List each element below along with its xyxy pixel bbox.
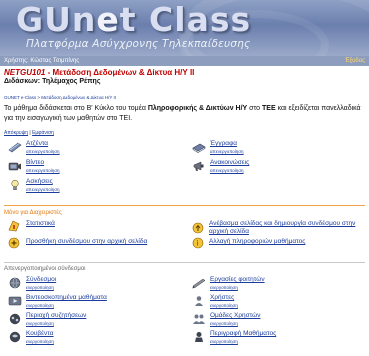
course-title: NETGU101 - Μετάδοση Δεδομένων & Δίκτυα Η… — [4, 68, 194, 77]
users-icon — [192, 295, 206, 307]
hide-link[interactable]: Απόκρυψη — [4, 130, 28, 136]
gunet-logo[interactable]: GUnet Class — [16, 2, 251, 38]
forum-icon — [8, 313, 22, 325]
inactive-section-title: Απενεργοποιημένοι σύνδεσμοι — [4, 266, 86, 272]
course-teacher: Διδάσκων: Τηλέμαχος Ρέπης — [4, 78, 101, 85]
current-user: Χρήστης: Κώστας Τσιμπίνης — [4, 58, 80, 64]
section-divider — [4, 205, 365, 206]
platform-tagline: Πλατφόρμα Ασύγχρονης Τηλεκπαίδευσης — [26, 38, 251, 50]
exercises-icon — [8, 179, 22, 191]
breadcrumb[interactable]: GUNET e-Class > Μετάδοση Δεδομένων & Δίκ… — [4, 95, 116, 100]
svg-text:i: i — [197, 240, 199, 248]
course-description: Το μάθημα διδάσκεται στο Β' Κύκλο του το… — [4, 105, 361, 122]
admin-link-course-info[interactable]: Αλλαγή πληροφοριών μαθήματος — [209, 238, 305, 246]
announcements-icon — [192, 160, 206, 172]
admin-section-title: Μόνο για Διαχειριστές — [4, 210, 62, 216]
user-bar: Χρήστης: Κώστας Τσιμπίνης Έξοδος — [0, 56, 369, 66]
course-description-icon — [192, 331, 206, 343]
add-link-icon — [8, 237, 22, 249]
logout-link[interactable]: Έξοδος — [345, 56, 365, 66]
links-icon — [8, 277, 22, 289]
statistics-icon — [8, 220, 22, 232]
chat-icon — [8, 331, 22, 343]
admin-link-upload-page[interactable]: Ανέβασμα σελίδας και δημιουργία συνδέσμο… — [209, 220, 364, 236]
section-divider — [4, 262, 365, 263]
documents-icon — [192, 141, 206, 153]
visibility-toggle: Απόκρυψη | Εμφάνιση — [4, 130, 54, 136]
user-groups-icon — [192, 313, 206, 325]
course-code: NETGU101 — [4, 68, 46, 77]
student-papers-icon — [192, 277, 206, 289]
calendar-icon — [8, 141, 22, 153]
course-name: - Μετάδοση Δεδομένων & Δίκτυα Η/Υ ΙΙ — [45, 68, 195, 77]
admin-link-add-link[interactable]: Προσθήκη συνδέσμου στην αρχική σελίδα — [26, 238, 147, 246]
header-banner: GUnet Class Πλατφόρμα Ασύγχρονης Τηλεκπα… — [0, 0, 369, 56]
course-info-icon: i — [192, 237, 206, 249]
video-lessons-icon — [8, 295, 22, 307]
show-link[interactable]: Εμφάνιση — [32, 130, 54, 136]
upload-page-icon — [192, 222, 206, 234]
admin-link-statistics[interactable]: Στατιστικά — [26, 220, 55, 228]
video-icon — [8, 160, 22, 172]
